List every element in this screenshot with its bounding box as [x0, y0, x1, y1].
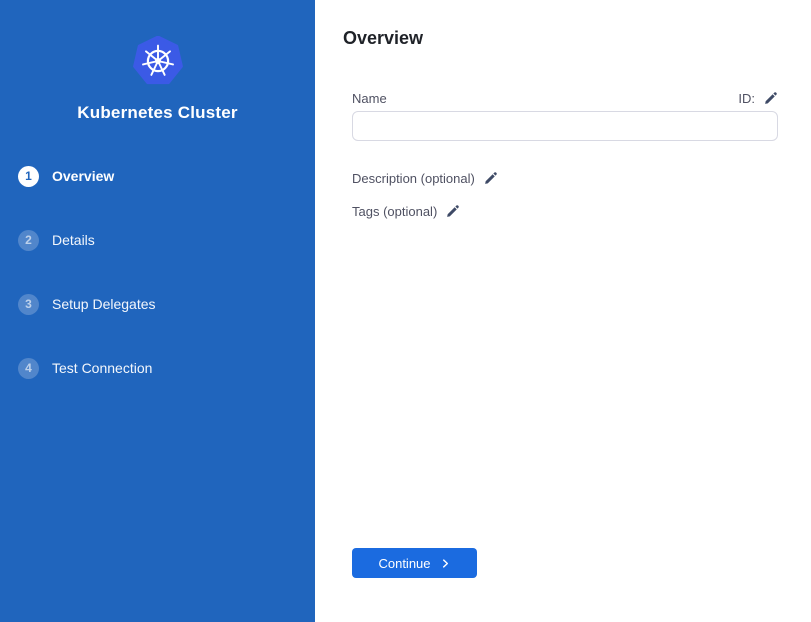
overview-form: Name ID: Description (optional) Tags (op… [352, 90, 778, 219]
step-label: Overview [52, 168, 114, 184]
edit-tags-pencil-icon[interactable] [446, 204, 460, 218]
step-label: Details [52, 232, 95, 248]
name-input[interactable] [352, 111, 778, 141]
chevron-right-icon [440, 558, 451, 569]
step-number-badge: 3 [18, 294, 39, 315]
kubernetes-logo [132, 36, 184, 86]
step-label: Setup Delegates [52, 296, 156, 312]
step-number-badge: 1 [18, 166, 39, 187]
id-group: ID: [738, 91, 778, 106]
edit-description-pencil-icon[interactable] [484, 171, 498, 185]
name-label: Name [352, 91, 387, 106]
step-overview[interactable]: 1 Overview [18, 165, 315, 187]
step-number-badge: 4 [18, 358, 39, 379]
continue-button[interactable]: Continue [352, 548, 477, 578]
panel-heading: Overview [343, 28, 811, 49]
step-setup-delegates[interactable]: 3 Setup Delegates [18, 293, 315, 315]
description-row: Description (optional) [352, 170, 778, 186]
step-number-badge: 2 [18, 230, 39, 251]
tags-row: Tags (optional) [352, 203, 778, 219]
wizard-sidebar: Kubernetes Cluster 1 Overview 2 Details … [0, 0, 315, 622]
wizard-steps: 1 Overview 2 Details 3 Setup Delegates 4… [0, 165, 315, 379]
connector-wizard: Kubernetes Cluster 1 Overview 2 Details … [0, 0, 811, 622]
step-test-connection[interactable]: 4 Test Connection [18, 357, 315, 379]
wizard-title: Kubernetes Cluster [0, 103, 315, 123]
tags-label: Tags (optional) [352, 204, 437, 219]
id-label: ID: [738, 91, 755, 106]
overview-panel: Overview Name ID: Description (optional) [315, 0, 811, 622]
step-details[interactable]: 2 Details [18, 229, 315, 251]
continue-button-label: Continue [378, 556, 430, 571]
name-label-row: Name ID: [352, 90, 778, 106]
description-label: Description (optional) [352, 171, 475, 186]
edit-id-pencil-icon[interactable] [764, 91, 778, 105]
step-label: Test Connection [52, 360, 152, 376]
kubernetes-wheel-icon [132, 36, 184, 86]
